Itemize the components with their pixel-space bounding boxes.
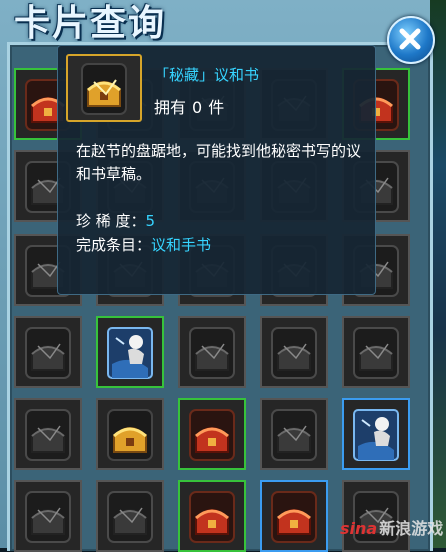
locked-card-icon [271,327,317,379]
card-slot[interactable] [260,480,328,552]
card-name: 「秘藏」议和书 [154,66,260,84]
condition-value: 议和手书 [151,236,212,254]
owned-label: 拥有 [154,98,187,117]
gold-chest-icon [107,409,153,461]
card-slot[interactable] [342,316,410,388]
watermark-text: 新浪游戏 [379,519,444,538]
owned-number: 0 [192,98,203,117]
window-title: 卡片查询 [14,2,167,44]
rarity-row: 珍 稀 度：5 [76,210,155,231]
card-slot[interactable] [14,480,82,552]
owned-unit: 件 [208,98,225,117]
locked-card-icon [271,409,317,461]
locked-card-icon [189,327,235,379]
card-slot[interactable] [96,480,164,552]
close-icon [399,28,421,50]
rarity-value: 5 [145,212,156,230]
character-card-icon [107,327,153,379]
card-slot[interactable] [260,316,328,388]
card-slot[interactable] [178,480,246,552]
locked-card-icon [25,491,71,543]
locked-card-icon [353,327,399,379]
card-slot[interactable] [14,316,82,388]
condition-label: 完成条目： [76,236,152,254]
card-description: 在赵节的盘踞地，可能找到他秘密书写的议和书草稿。 [76,142,362,183]
owned-count: 拥有 0 件 [154,94,224,118]
card-slot[interactable] [14,398,82,470]
card-slot[interactable] [178,398,246,470]
close-button[interactable] [387,16,435,64]
card-thumbnail [66,54,142,122]
watermark-logo: sina [340,519,378,538]
rarity-label: 珍 稀 度： [76,212,146,230]
watermark: sina 新浪游戏 [340,515,443,539]
character-card-icon [353,409,399,461]
card-slot[interactable] [96,316,164,388]
card-slot[interactable] [260,398,328,470]
condition-row: 完成条目：议和手书 [76,234,211,255]
gold-chest-icon [81,63,127,115]
red-chest-icon [189,409,235,461]
red-chest-icon [189,491,235,543]
locked-card-icon [107,491,153,543]
card-detail-tooltip: 「秘藏」议和书 拥有 0 件 在赵节的盘踞地，可能找到他秘密书写的议和书草稿。 珍 … [57,45,376,295]
card-slot[interactable] [342,398,410,470]
red-chest-icon [271,491,317,543]
locked-card-icon [25,409,71,461]
card-slot[interactable] [96,398,164,470]
card-slot[interactable] [178,316,246,388]
locked-card-icon [25,327,71,379]
